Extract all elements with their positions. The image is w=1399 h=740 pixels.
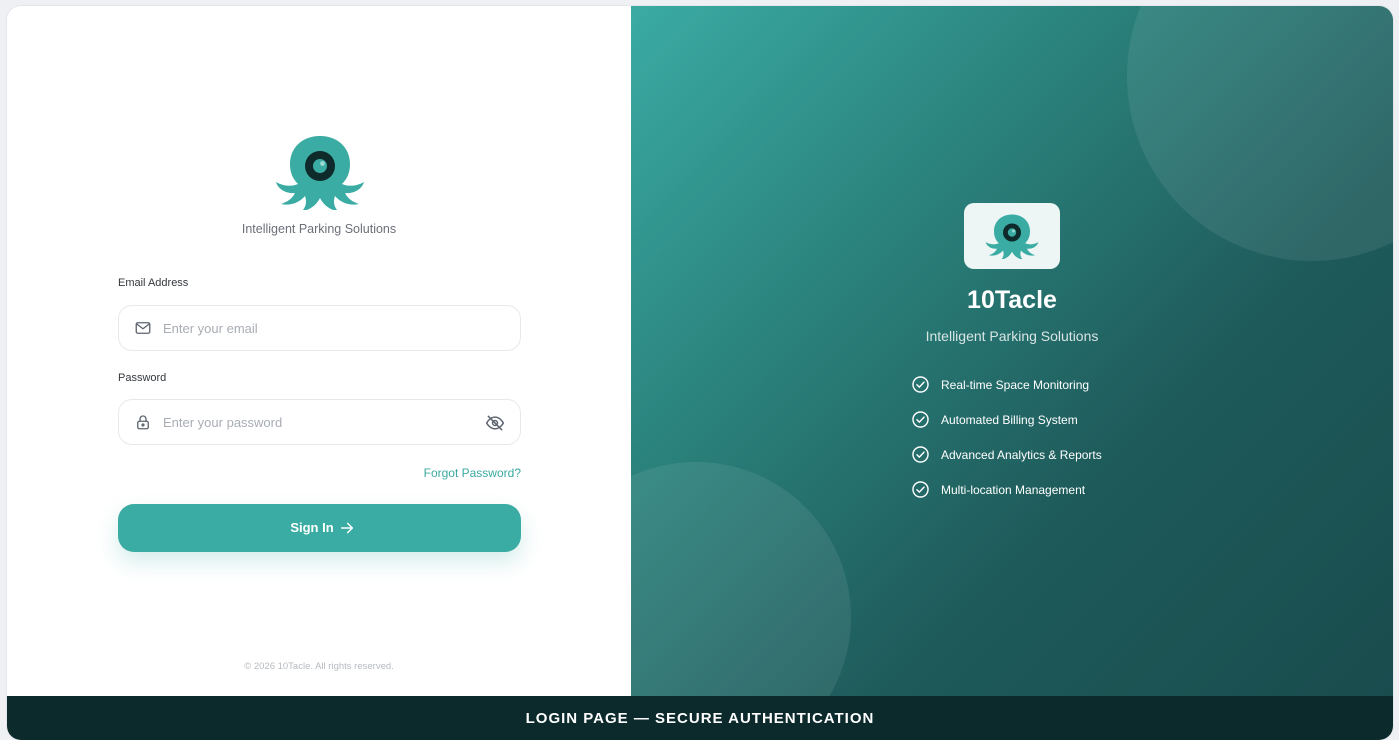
feature-label: Automated Billing System	[941, 413, 1078, 427]
decorative-circle	[631, 462, 851, 696]
eye-off-icon[interactable]	[484, 413, 506, 433]
feature-label: Multi-location Management	[941, 483, 1086, 497]
login-tagline: Intelligent Parking Solutions	[241, 222, 397, 236]
brand-tagline: Intelligent Parking Solutions	[925, 328, 1099, 344]
email-label: Email Address	[118, 277, 189, 289]
password-placeholder: Enter your password	[163, 415, 283, 430]
check-circle-icon	[912, 481, 929, 498]
email-field[interactable]: Enter your email	[118, 305, 521, 351]
check-circle-icon	[912, 446, 929, 463]
password-label: Password	[118, 372, 167, 384]
feature-label: Advanced Analytics & Reports	[941, 448, 1102, 462]
email-placeholder: Enter your email	[163, 321, 258, 336]
password-field[interactable]: Enter your password	[118, 399, 521, 445]
brand-name: 10Tacle	[967, 286, 1057, 314]
feature-label: Real-time Space Monitoring	[941, 378, 1090, 392]
login-panel: Intelligent Parking Solutions Email Addr…	[7, 6, 631, 696]
brand-logo-card	[964, 203, 1060, 269]
lock-icon	[137, 415, 149, 430]
octopus-logo-icon	[985, 214, 1039, 259]
decorative-circle	[1127, 6, 1393, 261]
caption-bar: LOGIN PAGE — SECURE AUTHENTICATION	[7, 696, 1393, 740]
octopus-logo-icon	[276, 136, 364, 210]
check-circle-icon	[912, 411, 929, 428]
mail-icon	[135, 322, 151, 334]
check-circle-icon	[912, 376, 929, 393]
forgot-password-link[interactable]: Forgot Password?	[424, 466, 521, 480]
arrow-right-icon	[340, 522, 354, 534]
copyright-text: © 2026 10Tacle. All rights reserved.	[244, 661, 394, 672]
sign-in-button[interactable]: Sign In	[118, 504, 521, 552]
caption-text: LOGIN PAGE — SECURE AUTHENTICATION	[525, 710, 875, 727]
sign-in-label: Sign In	[290, 520, 334, 535]
brand-panel: 10Tacle Intelligent Parking Solutions Re…	[631, 6, 1393, 696]
login-window: Intelligent Parking Solutions Email Addr…	[7, 6, 1393, 740]
